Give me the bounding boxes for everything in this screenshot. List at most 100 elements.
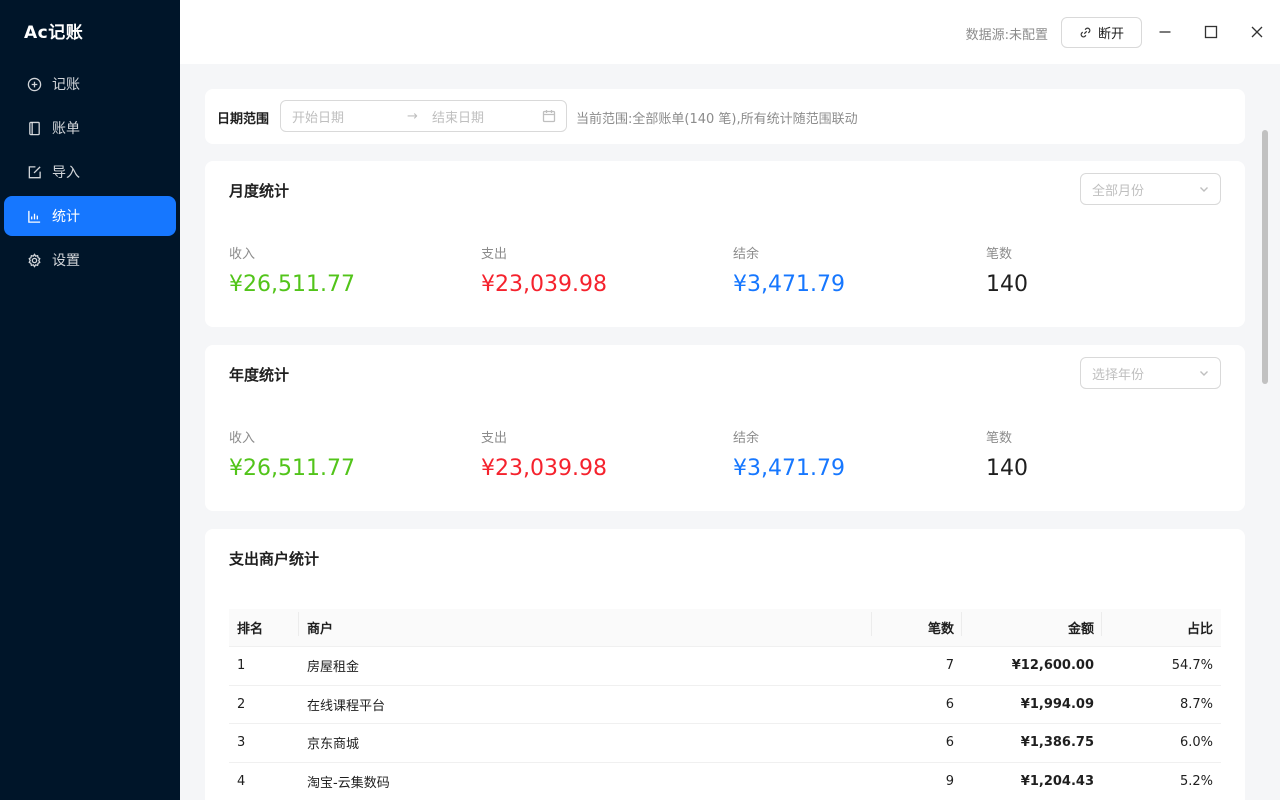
bar-chart-icon — [26, 208, 42, 224]
amount-cell: ¥1,204.43 — [1020, 773, 1094, 789]
end-date-input[interactable]: 结束日期 — [432, 107, 484, 126]
share-cell: 54.7% — [1171, 658, 1213, 674]
stat-label: 笔数 — [986, 247, 1013, 262]
stat-label: 结余 — [733, 431, 760, 446]
stat-value: ¥3,471.79 — [733, 456, 845, 481]
sidebar-item-label: 记账 — [52, 77, 80, 93]
count-cell: 6 — [945, 735, 954, 751]
year-select[interactable]: 选择年份 — [1080, 357, 1221, 389]
chevron-down-icon — [1198, 183, 1210, 195]
amount-cell: ¥12,600.00 — [1011, 658, 1094, 674]
app-logo: Ac记账 — [24, 23, 84, 43]
stat-label: 结余 — [733, 247, 760, 262]
sidebar-item-label: 设置 — [52, 253, 80, 269]
monthly-stats-card: 月度统计 全部月份 收入 ¥26,511.77 支出 ¥23,039.98 结余… — [205, 161, 1245, 327]
merchant-cell: 房屋租金 — [307, 660, 360, 676]
stat-value: ¥23,039.98 — [481, 272, 607, 297]
share-cell: 8.7% — [1179, 696, 1213, 712]
arrow-right-icon: → — [407, 108, 418, 124]
sidebar-item-bills[interactable]: 账单 — [4, 108, 176, 148]
start-date-input[interactable]: 开始日期 — [292, 107, 344, 126]
datasource-status: 数据源:未配置 — [966, 24, 1048, 43]
import-icon — [26, 164, 42, 180]
stat-value: 140 — [986, 456, 1028, 481]
yearly-stats-card: 年度统计 选择年份 收入 ¥26,511.77 支出 ¥23,039.98 结余… — [205, 345, 1245, 511]
monthly-income-stat: 收入 ¥26,511.77 — [229, 243, 355, 297]
sidebar-item-label: 统计 — [52, 209, 80, 225]
yearly-expense-stat: 支出 ¥23,039.98 — [481, 427, 607, 481]
month-select[interactable]: 全部月份 — [1080, 173, 1221, 205]
disconnect-label: 断开 — [1097, 26, 1124, 41]
stat-value: ¥26,511.77 — [229, 272, 355, 297]
yearly-stats-title: 年度统计 — [229, 366, 290, 384]
column-header-count: 笔数 — [872, 612, 962, 637]
rank-cell: 1 — [237, 658, 246, 674]
sidebar: Ac记账 记账 账单 导入 统计 设置 — [0, 0, 180, 800]
monthly-stats-title: 月度统计 — [229, 182, 290, 200]
maximize-icon — [1204, 25, 1218, 39]
plus-circle-icon — [26, 76, 42, 92]
stat-label: 支出 — [481, 431, 508, 446]
year-select-placeholder: 选择年份 — [1092, 367, 1145, 383]
merchant-cell: 淘宝-云集数码 — [307, 775, 390, 791]
main-content[interactable]: 日期范围 开始日期 → 结束日期 当前范围:全部账单(140 笔),所有统计随范… — [180, 64, 1270, 800]
rank-cell: 4 — [237, 773, 246, 789]
sidebar-item-settings[interactable]: 设置 — [4, 240, 176, 280]
merchant-cell: 京东商城 — [307, 737, 360, 753]
range-info-text: 当前范围:全部账单(140 笔),所有统计随范围联动 — [576, 112, 858, 127]
yearly-income-stat: 收入 ¥26,511.77 — [229, 427, 355, 481]
count-cell: 6 — [945, 696, 954, 712]
book-icon — [26, 120, 42, 136]
count-cell: 7 — [945, 658, 954, 674]
table-row: 4 淘宝-云集数码 9 ¥1,204.43 5.2% — [229, 763, 1221, 800]
sidebar-item-stats[interactable]: 统计 — [4, 196, 176, 236]
gear-icon — [26, 252, 42, 268]
sidebar-item-import[interactable]: 导入 — [4, 152, 176, 192]
monthly-balance-stat: 结余 ¥3,471.79 — [733, 243, 845, 297]
stat-label: 笔数 — [986, 431, 1013, 446]
vertical-scrollbar[interactable] — [1262, 130, 1268, 384]
share-cell: 6.0% — [1179, 735, 1213, 751]
minimize-icon — [1159, 31, 1171, 33]
yearly-balance-stat: 结余 ¥3,471.79 — [733, 427, 845, 481]
stat-value: ¥26,511.77 — [229, 456, 355, 481]
date-filter-card: 日期范围 开始日期 → 结束日期 当前范围:全部账单(140 笔),所有统计随范… — [205, 89, 1245, 144]
merchant-stats-title: 支出商户统计 — [229, 550, 320, 568]
date-range-label: 日期范围 — [217, 112, 270, 127]
table-row: 3 京东商城 6 ¥1,386.75 6.0% — [229, 724, 1221, 763]
calendar-icon — [542, 109, 556, 123]
sidebar-item-record[interactable]: 记账 — [4, 64, 176, 104]
datasource-value: 未配置 — [1008, 28, 1048, 43]
amount-cell: ¥1,386.75 — [1020, 735, 1094, 751]
date-range-picker[interactable]: 开始日期 → 结束日期 — [280, 100, 567, 132]
monthly-count-stat: 笔数 140 — [986, 243, 1028, 297]
merchant-cell: 在线课程平台 — [307, 698, 386, 714]
sidebar-item-label: 账单 — [52, 121, 80, 137]
count-cell: 9 — [945, 773, 954, 789]
minimize-button[interactable] — [1155, 22, 1175, 42]
disconnect-button[interactable]: 断开 — [1061, 17, 1142, 48]
close-icon — [1251, 26, 1263, 38]
stat-value: ¥23,039.98 — [481, 456, 607, 481]
close-button[interactable] — [1247, 22, 1267, 42]
amount-cell: ¥1,994.09 — [1020, 696, 1094, 712]
datasource-label: 数据源: — [965, 28, 1009, 43]
sidebar-nav: 记账 账单 导入 统计 设置 — [4, 64, 176, 284]
table-header: 排名 商户 笔数 金额 占比 — [229, 609, 1221, 647]
yearly-count-stat: 笔数 140 — [986, 427, 1028, 481]
share-cell: 5.2% — [1179, 773, 1213, 789]
monthly-expense-stat: 支出 ¥23,039.98 — [481, 243, 607, 297]
stat-label: 收入 — [229, 247, 256, 262]
stat-value: 140 — [986, 272, 1028, 297]
column-header-amount: 金额 — [962, 612, 1102, 637]
merchant-table: 排名 商户 笔数 金额 占比 1 房屋租金 7 ¥12,600.00 54.7%… — [229, 609, 1221, 800]
stat-label: 支出 — [481, 247, 508, 262]
link-icon — [1080, 27, 1091, 38]
month-select-placeholder: 全部月份 — [1092, 183, 1145, 199]
stat-value: ¥3,471.79 — [733, 272, 845, 297]
maximize-button[interactable] — [1201, 22, 1221, 42]
table-row: 1 房屋租金 7 ¥12,600.00 54.7% — [229, 647, 1221, 686]
stat-label: 收入 — [229, 431, 256, 446]
chevron-down-icon — [1198, 367, 1210, 379]
column-header-rank: 排名 — [229, 612, 299, 637]
